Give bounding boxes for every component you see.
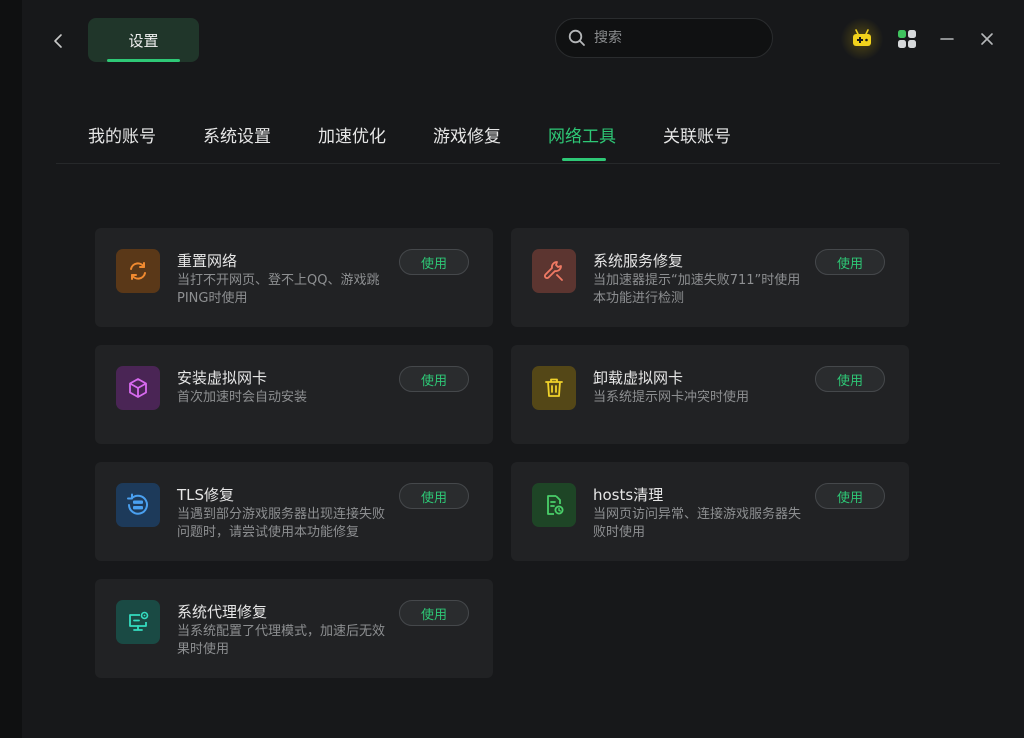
minimize-button[interactable] xyxy=(934,26,960,52)
tab-my-account[interactable]: 我的账号 xyxy=(88,122,156,147)
search-bar[interactable] xyxy=(555,18,773,58)
use-button-tls-repair[interactable]: 使用 xyxy=(399,483,469,509)
tool-description: 当加速器提示“加速失败711”时使用本功能进行检测 xyxy=(593,273,801,306)
tool-description: 当系统提示网卡冲突时使用 xyxy=(593,390,750,405)
tab-system-settings[interactable]: 系统设置 xyxy=(203,122,271,147)
tool-card-proxy-repair: 系统代理修复 当系统配置了代理模式，加速后无效果时使用 使用 xyxy=(95,579,493,678)
tool-description: 当遇到部分游戏服务器出现连接失败问题时，请尝试使用本功能修复 xyxy=(177,507,386,540)
back-button[interactable] xyxy=(48,30,68,52)
tool-card-install-nic: 安装虚拟网卡 首次加速时会自动安装 使用 xyxy=(95,345,493,444)
page-title-tab[interactable]: 设置 xyxy=(88,18,199,62)
page-title: 设置 xyxy=(128,31,159,50)
settings-window: 设置 搜索 我的账号 系统设置 加速优化 游戏修复 网络工具 关联账号 重置网络… xyxy=(22,0,1024,738)
apps-button[interactable] xyxy=(894,26,920,52)
tool-description: 当打不开网页、登不上QQ、游戏跳PING时使用 xyxy=(177,273,380,306)
trash-icon xyxy=(545,378,563,397)
tool-description: 首次加速时会自动安装 xyxy=(177,390,308,405)
refresh-icon xyxy=(130,262,146,280)
tab-linked-accounts[interactable]: 关联账号 xyxy=(663,122,731,147)
tab-acceleration[interactable]: 加速优化 xyxy=(318,122,386,147)
tool-icon-box xyxy=(116,600,160,644)
use-button-install-nic[interactable]: 使用 xyxy=(399,366,469,392)
tool-icon-box xyxy=(532,249,576,293)
cube-icon xyxy=(129,378,147,398)
tool-title: 系统代理修复 xyxy=(177,603,268,621)
apps-grid-icon xyxy=(898,30,916,48)
search-icon xyxy=(568,29,585,46)
tool-description: 当网页访问异常、连接游戏服务器失败时使用 xyxy=(593,507,802,540)
close-icon xyxy=(981,33,993,45)
tool-card-hosts-cleanup: hosts清理 当网页访问异常、连接游戏服务器失败时使用 使用 xyxy=(511,462,909,561)
tool-icon-box xyxy=(116,366,160,410)
tool-icon-box xyxy=(532,366,576,410)
tool-title: 卸载虚拟网卡 xyxy=(593,369,684,387)
tool-card-tls-repair: TLS修复 当遇到部分游戏服务器出现连接失败问题时，请尝试使用本功能修复 使用 xyxy=(95,462,493,561)
search-input[interactable] xyxy=(594,30,754,46)
use-button-reset-network[interactable]: 使用 xyxy=(399,249,469,275)
monitor-settings-icon xyxy=(129,611,149,631)
chevron-left-icon xyxy=(54,34,62,48)
tool-title: 重置网络 xyxy=(177,252,238,270)
settings-tabs: 我的账号 系统设置 加速优化 游戏修复 网络工具 关联账号 xyxy=(56,112,1000,164)
close-button[interactable] xyxy=(974,26,1000,52)
gamepad-gift-icon xyxy=(853,29,871,46)
tool-icon-box xyxy=(532,483,576,527)
tab-network-tools[interactable]: 网络工具 xyxy=(548,122,616,147)
tool-card-uninstall-nic: 卸载虚拟网卡 当系统提示网卡冲突时使用 使用 xyxy=(511,345,909,444)
server-refresh-icon xyxy=(127,493,148,515)
tool-description: 当系统配置了代理模式，加速后无效果时使用 xyxy=(177,624,386,657)
active-tab-indicator xyxy=(562,158,606,161)
tool-icon-box xyxy=(116,249,160,293)
gamepad-gift-button[interactable] xyxy=(849,26,875,52)
use-button-hosts-cleanup[interactable]: 使用 xyxy=(815,483,885,509)
use-button-service-repair[interactable]: 使用 xyxy=(815,249,885,275)
left-sidebar-edge xyxy=(0,0,22,738)
minimize-icon xyxy=(940,38,954,40)
tool-card-service-repair: 系统服务修复 当加速器提示“加速失败711”时使用本功能进行检测 使用 xyxy=(511,228,909,327)
document-clean-icon xyxy=(547,495,564,515)
tool-title: TLS修复 xyxy=(177,486,235,504)
wrench-icon xyxy=(544,261,563,281)
use-button-proxy-repair[interactable]: 使用 xyxy=(399,600,469,626)
use-button-uninstall-nic[interactable]: 使用 xyxy=(815,366,885,392)
tab-game-repair[interactable]: 游戏修复 xyxy=(433,122,501,147)
tool-title: hosts清理 xyxy=(593,486,664,504)
tool-title: 系统服务修复 xyxy=(593,252,684,270)
tool-title: 安装虚拟网卡 xyxy=(177,369,268,387)
tool-icon-box xyxy=(116,483,160,527)
tool-card-reset-network: 重置网络 当打不开网页、登不上QQ、游戏跳PING时使用 使用 xyxy=(95,228,493,327)
